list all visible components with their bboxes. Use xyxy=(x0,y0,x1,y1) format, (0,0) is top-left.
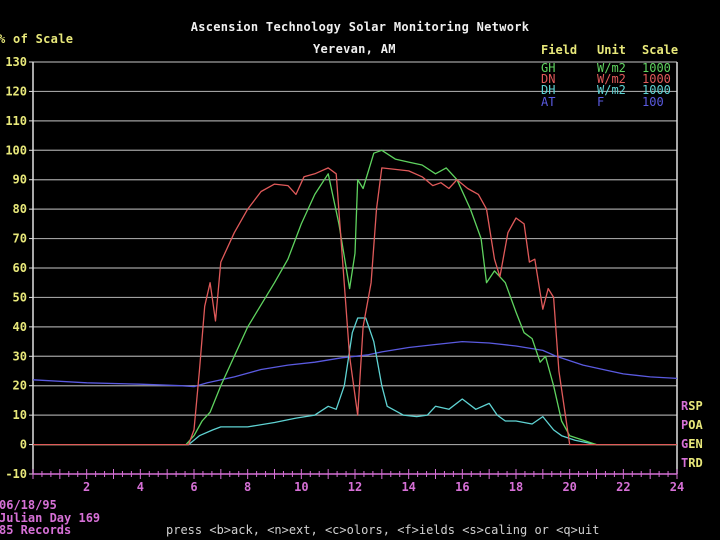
footer-records: 85 Records xyxy=(0,523,72,537)
x-tick-label: 18 xyxy=(509,480,523,494)
legend-header-unit: Unit xyxy=(597,43,626,57)
footer-date: 06/18/95 xyxy=(0,498,57,512)
y-tick-label: 80 xyxy=(13,202,27,216)
x-tick-labels: 2 4 6 8 10 12 14 16 18 20 22 24 xyxy=(83,480,684,494)
y-tick-label: 110 xyxy=(5,114,27,128)
menu-rsp-label: SP xyxy=(688,399,703,413)
x-tick-label: 24 xyxy=(670,480,684,494)
x-tick-label: 22 xyxy=(616,480,630,494)
y-tick-label: 90 xyxy=(13,173,27,187)
legend-at-field: AT xyxy=(541,95,556,109)
series-line-at xyxy=(32,340,678,388)
x-tick-label: 8 xyxy=(244,480,251,494)
y-axis-label: % of Scale xyxy=(0,32,74,46)
x-tick-label: 2 xyxy=(83,480,90,494)
series-line-dh xyxy=(33,317,677,446)
menu-gen[interactable]: GEN xyxy=(681,437,703,451)
menu-trd-label: RD xyxy=(688,456,703,470)
y-tick-label: -10 xyxy=(5,467,27,481)
y-tick-label: 120 xyxy=(5,84,27,98)
menu-gen-label: EN xyxy=(688,437,703,451)
y-tick-label: 60 xyxy=(13,261,27,275)
command-prompt: press <b>ack, <n>ext, <c>olors, <f>ields… xyxy=(166,523,600,537)
legend-at-unit: F xyxy=(597,95,605,109)
x-tick-label: 20 xyxy=(562,480,576,494)
chart-subtitle-location: Yerevan, AM xyxy=(313,42,396,56)
y-tick-labels: 1301201101009080706050403020100-10 xyxy=(5,55,27,481)
legend-header-field: Field xyxy=(541,43,578,57)
y-tick-label: 100 xyxy=(5,143,27,157)
y-tick-label: 30 xyxy=(13,349,27,363)
y-tick-label: 50 xyxy=(13,290,27,304)
menu-rsp[interactable]: RSP xyxy=(681,399,703,413)
legend-header-scale: Scale xyxy=(642,43,679,57)
y-tick-label: 130 xyxy=(5,55,27,69)
y-tick-label: 40 xyxy=(13,320,27,334)
menu-trd[interactable]: TRD xyxy=(681,456,703,470)
y-tick-label: 20 xyxy=(13,379,27,393)
x-tick-label: 14 xyxy=(401,480,415,494)
x-tick-label: 4 xyxy=(137,480,144,494)
y-tick-label: 10 xyxy=(13,408,27,422)
chart-title: Ascension Technology Solar Monitoring Ne… xyxy=(190,20,530,34)
x-tick-label: 10 xyxy=(294,480,308,494)
menu-poa[interactable]: POA xyxy=(681,418,703,432)
x-tick-label: 16 xyxy=(455,480,469,494)
y-tick-label: 70 xyxy=(13,232,27,246)
y-tick-label: 0 xyxy=(20,438,27,452)
x-tick-label: 6 xyxy=(190,480,197,494)
x-tick-label: 12 xyxy=(348,480,362,494)
legend-at-scale: 100 xyxy=(642,95,664,109)
menu-poa-label: OA xyxy=(688,418,703,432)
